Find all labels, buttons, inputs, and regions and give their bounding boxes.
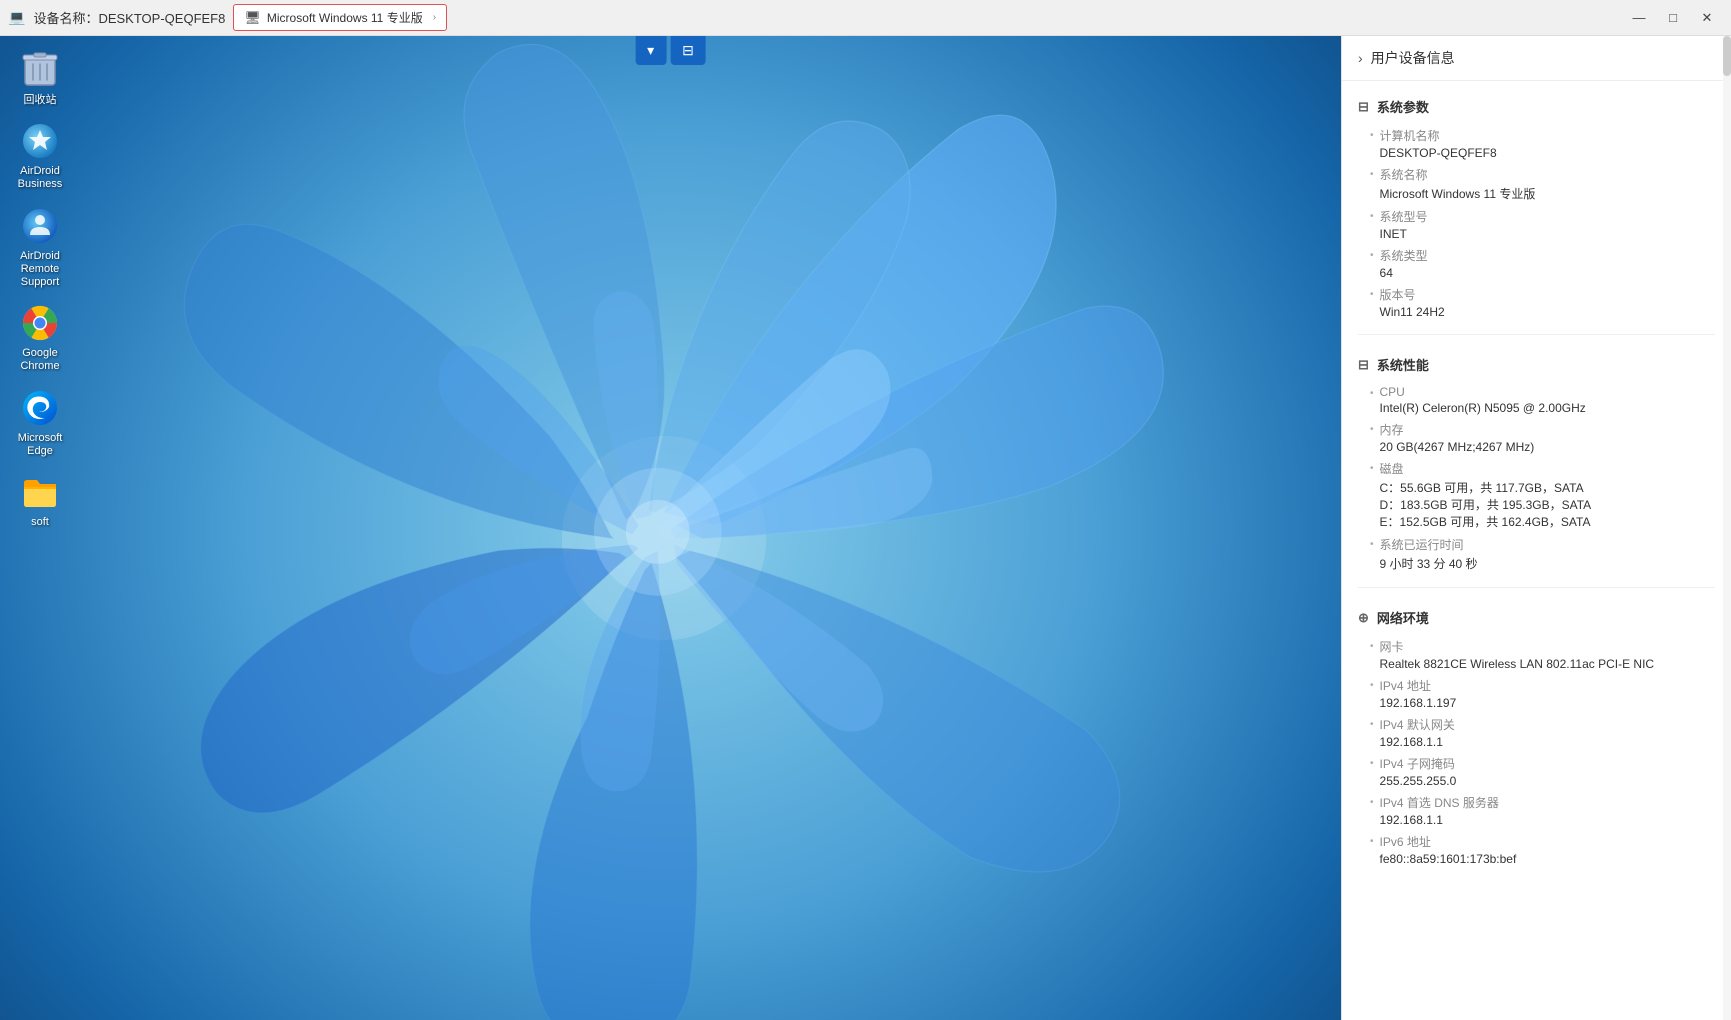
- remote-control-bar: ▾ ⊟: [635, 36, 706, 65]
- airdroid-business-label: AirDroid Business: [8, 165, 72, 191]
- screen-button[interactable]: ⊟: [670, 36, 706, 65]
- panel-chevron-icon: ›: [1358, 50, 1363, 66]
- scrollbar-thumb[interactable]: [1723, 36, 1731, 76]
- airdroid-remote-label: AirDroid Remote Support: [8, 250, 72, 290]
- close-button[interactable]: ✕: [1691, 2, 1723, 34]
- desktop-area[interactable]: ▾ ⊟ 回收站: [0, 36, 1341, 1020]
- chrome-label: Google Chrome: [8, 347, 72, 373]
- system-name-item: • 系统名称 Microsoft Windows 11 专业版: [1358, 163, 1715, 205]
- tab-arrow-icon: ›: [433, 12, 436, 23]
- divider-1: [1358, 334, 1715, 335]
- nic-item: • 网卡 Realtek 8821CE Wireless LAN 802.11a…: [1358, 635, 1715, 674]
- soft-folder-icon: [20, 472, 60, 512]
- panel-title: 用户设备信息: [1371, 48, 1455, 68]
- uptime-item: • 系统已运行时间 9 小时 33 分 40 秒: [1358, 533, 1715, 575]
- divider-2: [1358, 587, 1715, 588]
- disk-item: • 磁盘 C：55.6GB 可用，共 117.7GB，SATA D：183.5G…: [1358, 457, 1715, 533]
- windows-tab[interactable]: 🖥 Microsoft Windows 11 专业版 ›: [233, 4, 447, 31]
- maximize-button[interactable]: □: [1657, 2, 1689, 34]
- computer-name-item: • 计算机名称 DESKTOP-QEQFEF8: [1358, 124, 1715, 163]
- tab-label: Microsoft Windows 11 专业版: [267, 9, 423, 26]
- edge-label: Microsoft Edge: [8, 432, 72, 458]
- chrome-icon: [20, 303, 60, 343]
- desktop-icon-airdroid-business[interactable]: AirDroid Business: [4, 117, 76, 195]
- right-panel: › 用户设备信息 ⊟ 系统参数 • 计算机名称 DESKTOP-QEQFEF8 …: [1341, 36, 1731, 1020]
- system-model-item: • 系统型号 INET: [1358, 205, 1715, 244]
- desktop-icon-edge[interactable]: Microsoft Edge: [4, 384, 76, 462]
- system-performance-section: ⊟ 系统性能 • CPU Intel(R) Celeron(R) N5095 @…: [1342, 339, 1731, 583]
- main-area: ▾ ⊟ 回收站: [0, 36, 1731, 1020]
- ipv6-item: • IPv6 地址 fe80::8a59:1601:173b:bef: [1358, 830, 1715, 869]
- edge-icon: [20, 388, 60, 428]
- window-controls: — □ ✕: [1623, 2, 1723, 34]
- desktop-icons: 回收站 AirDroid B: [0, 36, 80, 1020]
- title-bar: 💻 设备名称：DESKTOP-QEQFEF8 🖥 Microsoft Windo…: [0, 0, 1731, 36]
- desktop-icon-recycle-bin[interactable]: 回收站: [4, 46, 76, 111]
- device-icon: 💻: [8, 9, 25, 26]
- network-icon: ⊕: [1358, 610, 1369, 626]
- network-title: ⊕ 网络环境: [1358, 600, 1715, 635]
- title-bar-left: 💻 设备名称：DESKTOP-QEQFEF8 🖥 Microsoft Windo…: [8, 4, 1623, 31]
- desktop-icon-airdroid-remote[interactable]: AirDroid Remote Support: [4, 202, 76, 294]
- recycle-bin-label: 回收站: [24, 94, 57, 107]
- system-params-icon: ⊟: [1358, 99, 1369, 115]
- dropdown-button[interactable]: ▾: [635, 36, 666, 65]
- cpu-item: • CPU Intel(R) Celeron(R) N5095 @ 2.00GH…: [1358, 382, 1715, 418]
- panel-header: › 用户设备信息: [1342, 36, 1731, 81]
- minimize-button[interactable]: —: [1623, 2, 1655, 34]
- system-params-title: ⊟ 系统参数: [1358, 89, 1715, 124]
- system-params-section: ⊟ 系统参数 • 计算机名称 DESKTOP-QEQFEF8 • 系统名称 Mi…: [1342, 81, 1731, 330]
- ipv4-item: • IPv4 地址 192.168.1.197: [1358, 674, 1715, 713]
- monitor-icon: 🖥: [244, 10, 261, 26]
- memory-item: • 内存 20 GB(4267 MHz;4267 MHz): [1358, 418, 1715, 457]
- desktop-icon-chrome[interactable]: Google Chrome: [4, 299, 76, 377]
- gateway-item: • IPv4 默认网关 192.168.1.1: [1358, 713, 1715, 752]
- network-section: ⊕ 网络环境 • 网卡 Realtek 8821CE Wireless LAN …: [1342, 592, 1731, 877]
- desktop-icon-soft[interactable]: soft: [4, 468, 76, 533]
- device-name: 设备名称：DESKTOP-QEQFEF8: [33, 8, 225, 27]
- recycle-bin-icon: [20, 50, 60, 90]
- scrollbar-track[interactable]: [1723, 36, 1731, 1020]
- version-item: • 版本号 Win11 24H2: [1358, 283, 1715, 322]
- subnet-item: • IPv4 子网掩码 255.255.255.0: [1358, 752, 1715, 791]
- soft-label: soft: [31, 516, 49, 529]
- dns-item: • IPv4 首选 DNS 服务器 192.168.1.1: [1358, 791, 1715, 830]
- airdroid-business-icon: [20, 121, 60, 161]
- system-type-item: • 系统类型 64: [1358, 244, 1715, 283]
- airdroid-remote-icon: [20, 206, 60, 246]
- system-performance-icon: ⊟: [1358, 357, 1369, 373]
- system-performance-title: ⊟ 系统性能: [1358, 347, 1715, 382]
